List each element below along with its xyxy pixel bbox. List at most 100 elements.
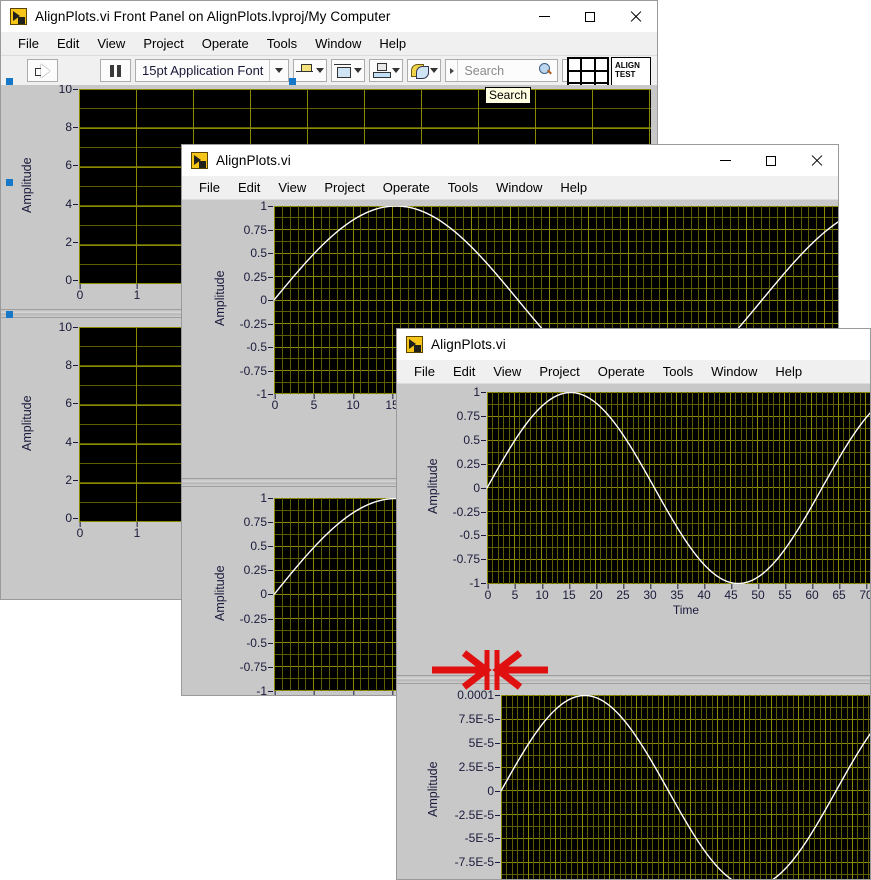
ytick: 1 bbox=[260, 201, 274, 213]
align-objects-button[interactable] bbox=[293, 59, 328, 82]
ytick: 5E-5 bbox=[469, 736, 501, 750]
menu-help[interactable]: Help bbox=[370, 34, 415, 53]
search-scope-icon[interactable] bbox=[446, 60, 459, 81]
menu-edit[interactable]: Edit bbox=[48, 34, 88, 53]
window-3-front-panel: Amplitude 1 0.75 0.5 0.25 0 -0.25 -0.5 -… bbox=[397, 385, 870, 879]
xtick: 0 bbox=[76, 284, 84, 302]
menu-edit[interactable]: Edit bbox=[444, 362, 484, 381]
menu-tools[interactable]: Tools bbox=[439, 178, 487, 197]
pause-icon bbox=[110, 64, 121, 77]
ytick: 0.25 bbox=[457, 457, 487, 471]
menu-window[interactable]: Window bbox=[487, 178, 551, 197]
chart-w3-top[interactable]: Amplitude 1 0.75 0.5 0.25 0 -0.25 -0.5 -… bbox=[425, 385, 870, 617]
ytick: -0.5 bbox=[459, 528, 487, 542]
chart-w2-bottom-yaxis: 1 0.75 0.5 0.25 0 -0.25 -0.5 -0.75 -1 bbox=[228, 491, 274, 695]
close-button[interactable] bbox=[793, 145, 838, 176]
ytick: 0.25 bbox=[244, 563, 274, 577]
resize-objects-icon bbox=[372, 63, 392, 78]
ytick: 6 bbox=[65, 158, 79, 172]
ytick: -0.25 bbox=[240, 317, 274, 331]
menu-view[interactable]: View bbox=[269, 178, 315, 197]
menu-file[interactable]: File bbox=[405, 362, 444, 381]
chart-w3-bottom-plot[interactable] bbox=[501, 695, 870, 879]
chart-w1-top-ylabel: Amplitude bbox=[20, 157, 34, 213]
window-3-titlebar[interactable]: AlignPlots.vi bbox=[397, 329, 870, 360]
xtick: 1 bbox=[133, 522, 141, 540]
selection-handle[interactable] bbox=[6, 78, 13, 85]
close-icon bbox=[810, 155, 822, 167]
chart-w3-bottom-ylabel: Amplitude bbox=[426, 761, 440, 817]
chart-w3-bottom[interactable]: Amplitude 0.0001 7.5E-5 5E-5 2.5E-5 0 -2… bbox=[425, 688, 870, 879]
ytick: -7.5E-5 bbox=[455, 855, 501, 869]
menu-operate[interactable]: Operate bbox=[374, 178, 439, 197]
menu-window[interactable]: Window bbox=[306, 34, 370, 53]
chart-w3-bottom-yaxis: 0.0001 7.5E-5 5E-5 2.5E-5 0 -2.5E-5 -5E-… bbox=[441, 688, 501, 879]
maximize-button[interactable] bbox=[748, 145, 793, 176]
close-icon bbox=[629, 11, 641, 23]
chevron-down-icon bbox=[354, 68, 363, 73]
window-2-controls bbox=[703, 145, 838, 176]
xtick: 65 bbox=[832, 584, 846, 602]
menu-help[interactable]: Help bbox=[551, 178, 596, 197]
font-selector[interactable]: 15pt Application Font bbox=[135, 59, 290, 82]
menu-project[interactable]: Project bbox=[530, 362, 588, 381]
maximize-icon bbox=[765, 155, 776, 166]
reorder-button[interactable] bbox=[407, 59, 442, 82]
menu-edit[interactable]: Edit bbox=[229, 178, 269, 197]
menu-project[interactable]: Project bbox=[315, 178, 373, 197]
ytick: 8 bbox=[65, 120, 79, 134]
xtick: 55 bbox=[778, 584, 792, 602]
menu-operate[interactable]: Operate bbox=[589, 362, 654, 381]
menu-tools[interactable]: Tools bbox=[258, 34, 306, 53]
selection-handle[interactable] bbox=[289, 78, 296, 85]
reorder-icon bbox=[410, 63, 429, 79]
menu-help[interactable]: Help bbox=[766, 362, 811, 381]
screenshot-root: AlignPlots.vi Front Panel on AlignPlots.… bbox=[0, 0, 871, 880]
xtick: 60 bbox=[805, 584, 819, 602]
distribute-objects-button[interactable] bbox=[331, 59, 366, 82]
font-selector-caret[interactable] bbox=[269, 60, 288, 81]
maximize-button[interactable] bbox=[567, 1, 612, 32]
resize-objects-button[interactable] bbox=[369, 59, 404, 82]
chevron-down-icon bbox=[316, 68, 325, 73]
selection-handle[interactable] bbox=[6, 311, 13, 318]
ytick: 10 bbox=[59, 320, 79, 334]
search-input[interactable]: Search bbox=[445, 59, 559, 82]
chart-w1-bottom-ylabel: Amplitude bbox=[20, 395, 34, 451]
menu-file[interactable]: File bbox=[9, 34, 48, 53]
window-3: AlignPlots.vi File Edit View Project Ope… bbox=[396, 328, 871, 880]
main-window-titlebar[interactable]: AlignPlots.vi Front Panel on AlignPlots.… bbox=[1, 1, 657, 32]
main-window-controls bbox=[522, 1, 657, 32]
menu-tools[interactable]: Tools bbox=[654, 362, 702, 381]
xtick: 25 bbox=[616, 584, 630, 602]
chart-w3-top-render bbox=[487, 392, 870, 584]
menu-file[interactable]: File bbox=[190, 178, 229, 197]
close-button[interactable] bbox=[612, 1, 657, 32]
ytick: -0.25 bbox=[240, 612, 274, 626]
minimize-button[interactable] bbox=[703, 145, 748, 176]
ytick: -5E-5 bbox=[465, 831, 501, 845]
menu-operate[interactable]: Operate bbox=[193, 34, 258, 53]
main-toolbar: 15pt Application Font Search ALIGN TEST bbox=[1, 56, 657, 97]
minimize-button[interactable] bbox=[522, 1, 567, 32]
minimize-icon bbox=[720, 160, 731, 161]
menu-window[interactable]: Window bbox=[702, 362, 766, 381]
ytick: -0.5 bbox=[246, 340, 274, 354]
font-selector-value: 15pt Application Font bbox=[142, 63, 264, 78]
xtick: 20 bbox=[589, 584, 603, 602]
run-button[interactable] bbox=[27, 59, 58, 82]
search-icon[interactable] bbox=[539, 63, 552, 76]
ytick: -0.75 bbox=[453, 552, 487, 566]
ytick: 0.75 bbox=[244, 223, 274, 237]
xtick: 5 bbox=[511, 584, 519, 602]
window-2-titlebar[interactable]: AlignPlots.vi bbox=[182, 145, 838, 176]
xtick: 5 bbox=[310, 394, 318, 412]
menu-project[interactable]: Project bbox=[134, 34, 192, 53]
menu-view[interactable]: View bbox=[88, 34, 134, 53]
chart-w3-top-plot[interactable] bbox=[487, 392, 870, 584]
chevron-down-icon bbox=[275, 68, 284, 73]
pause-button[interactable] bbox=[100, 59, 131, 82]
chart-w1-bottom-yaxis: 10 8 6 4 2 0 bbox=[35, 320, 79, 525]
menu-view[interactable]: View bbox=[484, 362, 530, 381]
selection-handle[interactable] bbox=[6, 179, 13, 186]
